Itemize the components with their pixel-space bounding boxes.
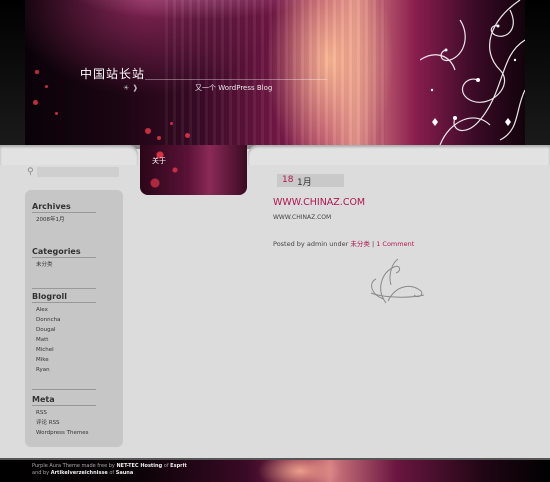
archives-title: Archives <box>32 202 96 213</box>
blogroll-link[interactable]: Donncha <box>36 315 60 325</box>
bokeh-dot <box>45 85 48 88</box>
bokeh-dot <box>170 122 173 125</box>
bokeh-dot <box>185 133 190 138</box>
footer-sauna-link[interactable]: Sauna <box>116 470 133 476</box>
post-flourish-ornament <box>370 258 425 304</box>
bokeh-dot <box>33 100 38 105</box>
header-banner: 中国站长站 ☀ ❱ 又一个 WordPress Blog <box>25 0 525 145</box>
post-meta: Posted by admin under 未分类 | 1 Comment <box>273 238 414 248</box>
tab-about[interactable]: 关于 <box>140 145 247 195</box>
category-link[interactable]: 未分类 <box>36 260 53 270</box>
post-comments-link[interactable]: 1 Comment <box>376 240 414 248</box>
rss-icon[interactable]: ❱ <box>132 84 138 92</box>
meta-list: RSS 评论 RSS Wordpress Themes <box>36 408 88 438</box>
archives-list: 2008年1月 <box>36 215 65 225</box>
header-right-border <box>525 0 550 145</box>
meta-title: Meta <box>32 395 96 406</box>
search-icon: ⚲ <box>27 167 34 177</box>
blogroll-link[interactable]: Michel <box>36 345 60 355</box>
blogroll-link[interactable]: Dougal <box>36 325 60 335</box>
blogroll-title: Blogroll <box>32 292 96 303</box>
tab-about-label: 关于 <box>152 157 166 165</box>
meta-link[interactable]: Wordpress Themes <box>36 428 88 438</box>
footer-line1-of: of <box>162 463 171 469</box>
bokeh-dot <box>35 70 39 74</box>
search-input[interactable] <box>37 167 119 177</box>
footer-credits: Purple Aura Theme made free by NET-TEC H… <box>32 463 187 477</box>
footer-artikel-link[interactable]: Artikelverzeichnisse <box>51 470 108 476</box>
post-body: WWW.CHINAZ.COM <box>273 214 332 221</box>
nav-bar-right-panel <box>248 145 550 165</box>
categories-list: 未分类 <box>36 260 53 270</box>
post-date-badge: 18 1月 <box>277 174 344 188</box>
footer-esprit-link[interactable]: Esprit <box>170 463 187 469</box>
footer-hosting-link[interactable]: NET-TEC Hosting <box>116 463 162 469</box>
header-left-border <box>0 0 25 145</box>
meta-link[interactable]: 评论 RSS <box>36 418 88 428</box>
blogroll-list: Alex Donncha Dougal Matt Michel Mike Rya… <box>36 305 60 375</box>
footer-line2-text: and by <box>32 470 51 476</box>
meta-top-divider <box>32 389 96 390</box>
sidebar: Archives 2008年1月 Categories 未分类 Blogroll… <box>25 190 123 447</box>
blogroll-link[interactable]: Alex <box>36 305 60 315</box>
post-date-day: 18 <box>282 175 294 185</box>
footer-line2-of: of <box>107 470 116 476</box>
meta-link[interactable]: RSS <box>36 408 88 418</box>
blogroll-link[interactable]: Ryan <box>36 365 60 375</box>
bokeh-dot <box>145 128 151 134</box>
bokeh-dot <box>55 112 58 115</box>
categories-title: Categories <box>32 247 96 258</box>
archive-link[interactable]: 2008年1月 <box>36 215 65 225</box>
footer-line1-text: Purple Aura Theme made free by <box>32 463 117 469</box>
blogroll-link[interactable]: Mike <box>36 355 60 365</box>
blogroll-top-divider <box>32 288 96 289</box>
post-meta-prefix: Posted by admin under <box>273 240 351 248</box>
blogroll-link[interactable]: Matt <box>36 335 60 345</box>
footer: Purple Aura Theme made free by NET-TEC H… <box>0 458 550 482</box>
feed-icons: ☀ ❱ <box>123 84 138 92</box>
bokeh-dot <box>157 136 161 140</box>
site-title[interactable]: 中国站长站 <box>80 65 145 82</box>
header-light-stripes <box>165 0 385 145</box>
header-divider <box>145 79 327 80</box>
nav-bar-left-panel <box>0 145 138 165</box>
floral-swirl-ornament <box>420 0 525 145</box>
comments-feed-icon[interactable]: ☀ <box>123 84 129 92</box>
post-title[interactable]: WWW.CHINAZ.COM <box>273 197 365 208</box>
site-tagline: 又一个 WordPress Blog <box>195 84 273 92</box>
post-date-month: 1月 <box>297 178 312 188</box>
post-category-link[interactable]: 未分类 <box>350 240 370 248</box>
